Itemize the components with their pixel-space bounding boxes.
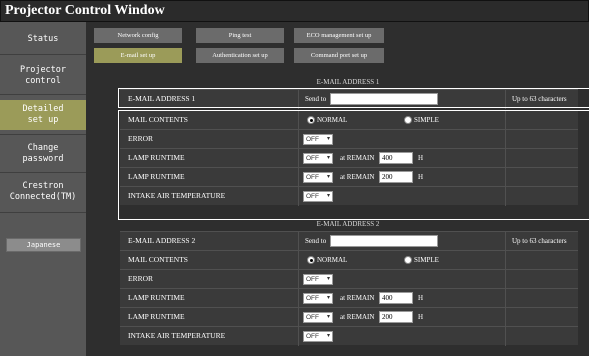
chevron-down-icon: ▾ (326, 276, 330, 282)
column-divider (505, 251, 506, 270)
remain-hours-input[interactable]: 200 (379, 311, 413, 323)
email-address-row: E-MAIL ADDRESS 2 Send to Up to 63 charac… (120, 231, 578, 251)
sidebar-item-status[interactable]: Status (0, 28, 86, 50)
tab-ping-test[interactable]: Ping test (196, 28, 284, 43)
error-label: ERROR (128, 274, 154, 283)
column-divider (298, 327, 299, 346)
sidebar-item-crestron-connected[interactable]: Crestron Connected(TM) (0, 178, 86, 206)
tab-authentication-set-up[interactable]: Authentication set up (196, 48, 284, 63)
projector-control-window: Projector Control Window Status Projecto… (0, 0, 605, 356)
column-divider (505, 270, 506, 289)
lamp-runtime-select-value: OFF (306, 314, 319, 321)
lamp-runtime-select[interactable]: OFF ▾ (303, 312, 333, 323)
tab-email-set-up[interactable]: E-mail set up (94, 48, 182, 63)
window-title: Projector Control Window (5, 3, 165, 18)
mail-contents-row: MAIL CONTENTS NORMAL SIMPLE (120, 250, 578, 270)
section-heading: E-MAIL ADDRESS 2 (316, 220, 380, 228)
intake-air-temperature-label: INTAKE AIR TEMPERATURE (128, 331, 226, 340)
normal-radio[interactable] (307, 256, 315, 264)
intake-air-temperature-row: INTAKE AIR TEMPERATURE OFF ▾ (120, 326, 578, 346)
sidebar-divider (0, 212, 86, 213)
error-select[interactable]: OFF ▾ (303, 274, 333, 285)
sidebar-item-label: Detailed set up (22, 104, 64, 125)
lamp-runtime-row: LAMP RUNTIME OFF ▾ at REMAIN 200 H (120, 307, 578, 327)
character-limit-note: Up to 63 characters (512, 237, 567, 245)
highlight-box-mail-options (118, 110, 590, 220)
hours-unit-label: H (418, 313, 424, 321)
sidebar: Status Projector control Detailed set up… (0, 22, 86, 356)
chevron-down-icon: ▾ (326, 333, 330, 339)
sidebar-item-label: Status (27, 33, 59, 44)
remain-hours-input[interactable]: 400 (379, 292, 413, 304)
error-row: ERROR OFF ▾ (120, 269, 578, 289)
simple-radio[interactable] (404, 256, 412, 264)
sidebar-item-label: Projector control (19, 65, 67, 86)
sidebar-item-label: Crestron Connected(TM) (9, 181, 77, 202)
column-divider (298, 270, 299, 289)
normal-radio-label: NORMAL (317, 256, 348, 264)
title-bar: Projector Control Window (0, 0, 589, 22)
lamp-runtime-select[interactable]: OFF ▾ (303, 293, 333, 304)
simple-radio-label: SIMPLE (414, 256, 439, 264)
intake-air-temperature-select[interactable]: OFF ▾ (303, 331, 333, 342)
column-divider (298, 251, 299, 270)
lamp-runtime-label: LAMP RUNTIME (128, 293, 185, 302)
sidebar-divider (0, 54, 86, 55)
column-divider (298, 289, 299, 308)
chevron-down-icon: ▾ (326, 295, 330, 301)
highlight-box-email-address (118, 88, 590, 108)
error-select-value: OFF (306, 276, 319, 283)
chevron-down-icon: ▾ (326, 314, 330, 320)
sidebar-item-detailed-set-up[interactable]: Detailed set up (0, 100, 86, 130)
tab-eco-management-set-up[interactable]: ECO management set up (294, 28, 384, 43)
column-divider (505, 232, 506, 251)
column-divider (505, 289, 506, 308)
remain-label: at REMAIN (340, 313, 375, 321)
sidebar-divider (0, 134, 86, 135)
sidebar-item-projector-control[interactable]: Projector control (0, 62, 86, 90)
email-address-label: E-MAIL ADDRESS 2 (128, 236, 196, 245)
tab-command-port-set-up[interactable]: Command port set up (294, 48, 384, 63)
column-divider (298, 308, 299, 327)
hours-unit-label: H (418, 294, 424, 302)
remain-label: at REMAIN (340, 294, 375, 302)
language-japanese-button[interactable]: Japanese (6, 238, 81, 252)
lamp-runtime-select-value: OFF (306, 295, 319, 302)
column-divider (298, 232, 299, 251)
send-to-label: Send to (305, 237, 327, 245)
email-address-input[interactable] (330, 235, 438, 247)
callout-leader-line (590, 94, 605, 95)
section-heading: E-MAIL ADDRESS 1 (316, 78, 380, 86)
intake-select-value: OFF (306, 333, 319, 340)
tab-network-config[interactable]: Network config (94, 28, 182, 43)
mail-contents-label: MAIL CONTENTS (128, 255, 188, 264)
sidebar-divider (0, 172, 86, 173)
sidebar-item-change-password[interactable]: Change password (0, 140, 86, 168)
lamp-runtime-label: LAMP RUNTIME (128, 312, 185, 321)
callout-leader-line (590, 138, 605, 139)
column-divider (505, 327, 506, 346)
sidebar-divider (0, 94, 86, 95)
column-divider (505, 308, 506, 327)
sidebar-item-label: Change password (22, 143, 64, 164)
lamp-runtime-row: LAMP RUNTIME OFF ▾ at REMAIN 400 H (120, 288, 578, 308)
